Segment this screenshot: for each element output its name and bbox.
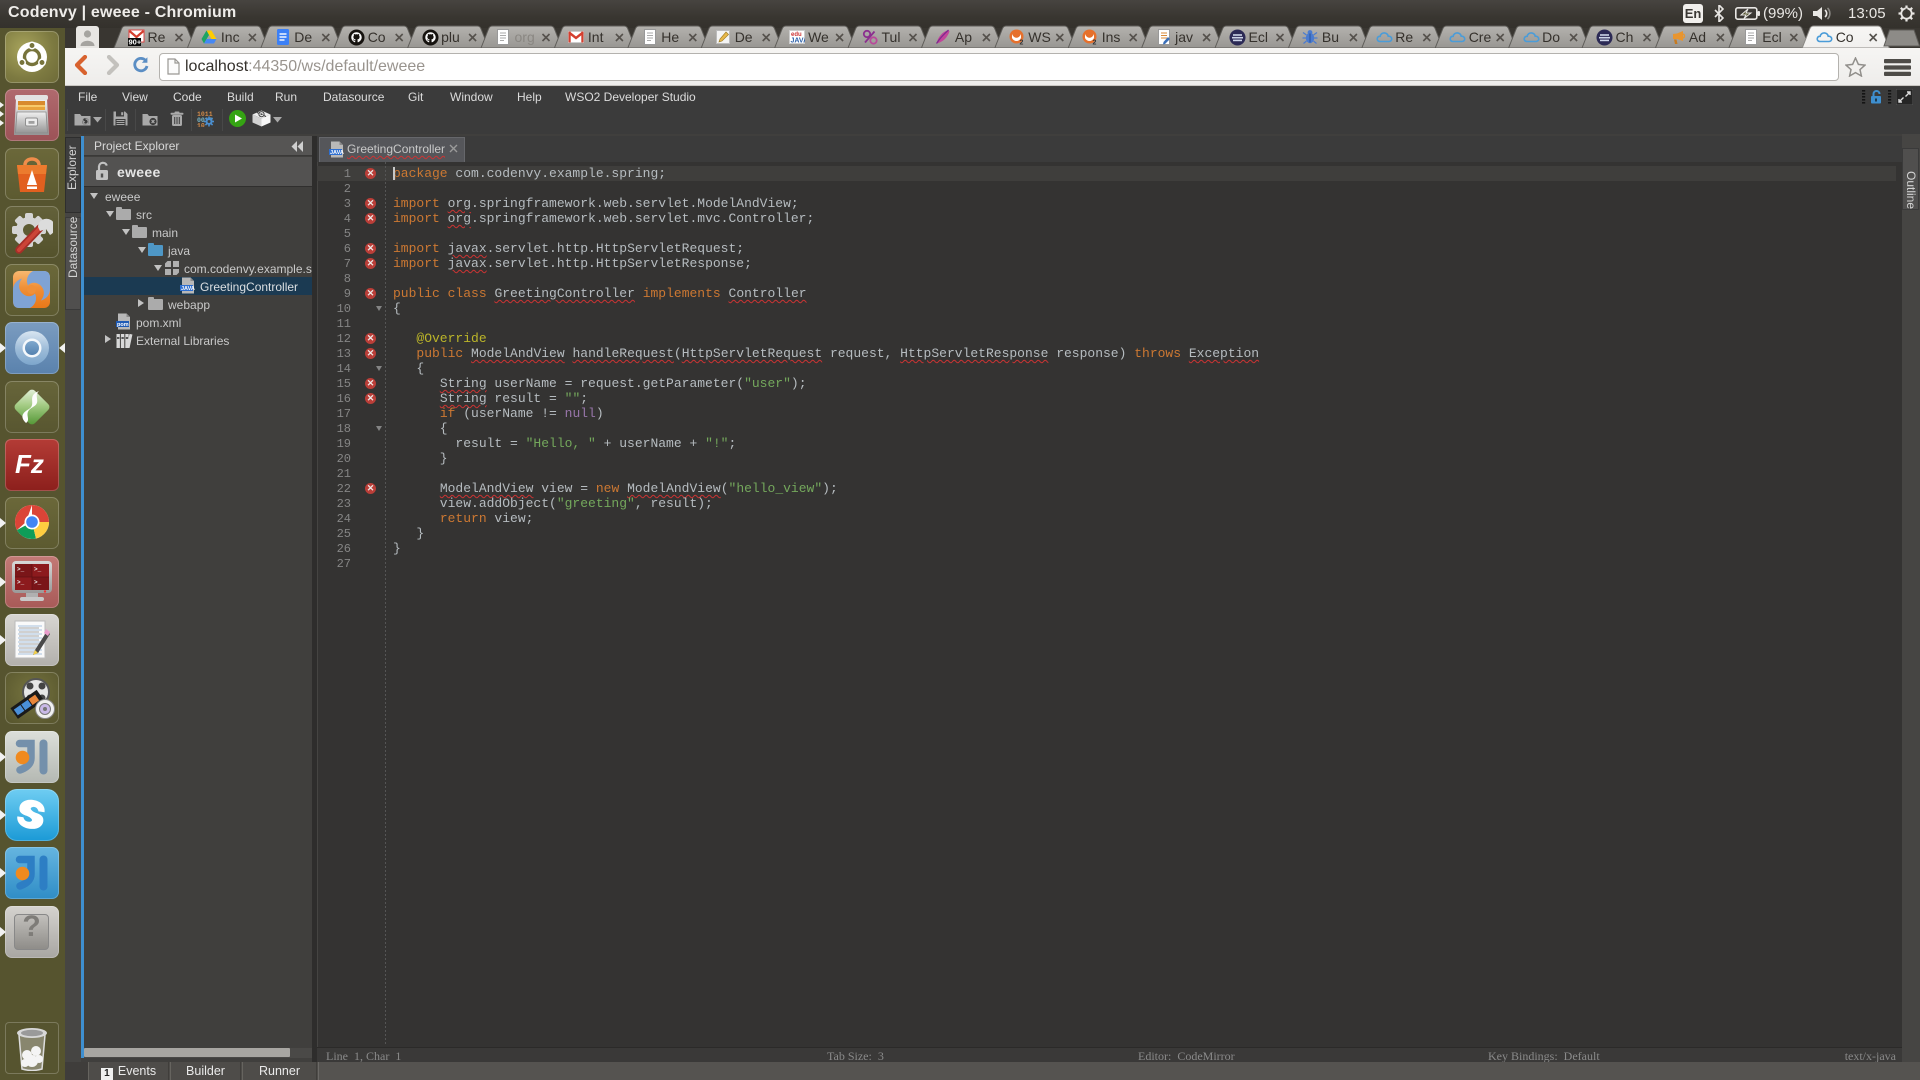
svg-text:JAVA: JAVA: [181, 286, 195, 292]
svg-text:Tul: Tul: [882, 29, 901, 45]
svg-text:2: 2: [1093, 40, 1097, 46]
svg-text:Cre: Cre: [1469, 29, 1492, 45]
svg-text:Ecl: Ecl: [1249, 29, 1268, 45]
svg-text:Re: Re: [148, 29, 166, 45]
svg-text:90+: 90+: [129, 38, 142, 46]
svg-text:Ad: Ad: [1689, 29, 1706, 45]
svg-text:>_: >_: [17, 579, 25, 586]
svg-text:We: We: [808, 29, 829, 45]
svg-text:>_: >_: [34, 566, 42, 573]
svg-text:Fz: Fz: [15, 449, 44, 479]
svg-text:>_: >_: [34, 579, 42, 586]
svg-text:Ch: Ch: [1616, 29, 1634, 45]
svg-text:Do: Do: [1542, 29, 1560, 45]
svg-text:Ecl: Ecl: [1762, 29, 1781, 45]
svg-text:JAVA: JAVA: [790, 38, 805, 45]
svg-text:JAVA: JAVA: [330, 150, 344, 156]
svg-text:2: 2: [1019, 40, 1023, 46]
svg-text:plu: plu: [441, 29, 460, 45]
svg-text:org: org: [515, 29, 535, 45]
svg-text:pom: pom: [117, 322, 129, 328]
svg-text:De: De: [735, 29, 753, 45]
svg-text:Bu: Bu: [1322, 29, 1339, 45]
svg-text:10: 10: [197, 123, 205, 128]
svg-text:Ins: Ins: [1102, 29, 1121, 45]
svg-text:He: He: [661, 29, 679, 45]
svg-text:WS: WS: [1028, 29, 1051, 45]
svg-text:Inc: Inc: [221, 29, 240, 45]
svg-text:Int: Int: [588, 29, 604, 45]
svg-text:Ap: Ap: [955, 29, 972, 45]
svg-text:jav: jav: [1174, 29, 1193, 45]
svg-text:Co: Co: [1836, 29, 1854, 45]
svg-text:Re: Re: [1395, 29, 1413, 45]
svg-text:De: De: [294, 29, 312, 45]
svg-text:>_: >_: [17, 566, 25, 573]
svg-text:Co: Co: [368, 29, 386, 45]
